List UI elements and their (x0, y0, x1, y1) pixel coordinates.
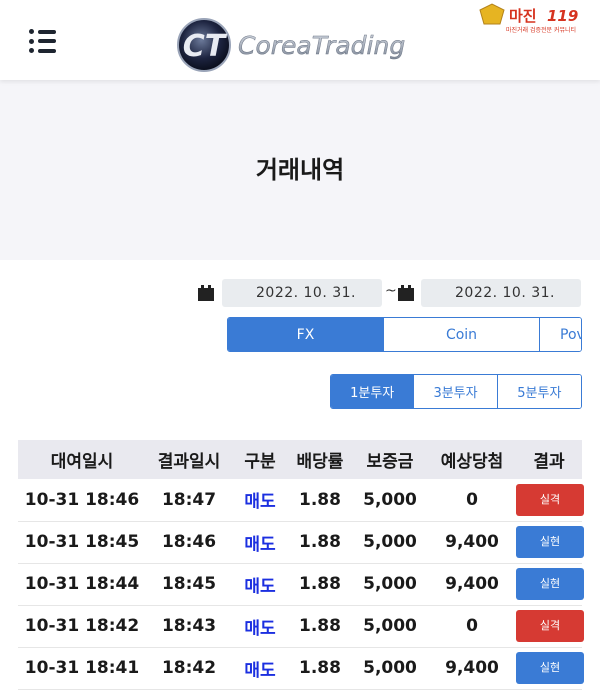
cell-expected: 9,400 (445, 532, 499, 552)
cell-rent-time: 10-31 18:44 (24, 574, 140, 594)
cell-result-time: 18:43 (161, 616, 217, 636)
cell-result-time: 18:45 (161, 574, 217, 594)
calendar-icon[interactable] (398, 285, 414, 301)
watermark-title: 마진 (509, 7, 537, 25)
corea-trading-logo[interactable]: CT CoreaTrading (176, 17, 426, 73)
cell-deposit: 5,000 (363, 658, 417, 678)
cell-rate: 1.88 (299, 574, 341, 594)
cell-side: 매도 (244, 618, 276, 639)
cell-rent-time: 10-31 18:46 (24, 489, 140, 510)
cell-expected: 0 (466, 489, 478, 510)
cell-side: 매도 (244, 576, 276, 597)
tab-coin[interactable]: Coin (384, 318, 540, 351)
cell-rent-time: 10-31 18:41 (24, 658, 140, 678)
market-tab-group: FX Coin Pov (227, 317, 582, 352)
cell-result: 실현 (516, 647, 584, 689)
cell-rent-time: 10-31 18:45 (24, 532, 140, 552)
cell-result: 실현 (516, 563, 584, 605)
result-button[interactable]: 실현 (516, 568, 584, 600)
cell-result-time: 18:42 (161, 658, 217, 678)
table-row: 10-31 18:42 18:43 매도 1.88 5,000 0 실격 (18, 605, 584, 647)
header-result: 결과 (533, 452, 565, 472)
tab-fx[interactable]: FX (228, 318, 384, 351)
logo-mark-text: CT (183, 29, 228, 64)
cell-rate: 1.88 (299, 489, 341, 510)
table-row: 10-31 18:46 18:47 매도 1.88 5,000 0 실격 (18, 479, 584, 521)
tab-1min[interactable]: 1분투자 (331, 375, 415, 408)
table-header-row: 대여일시 결과일시 구분 배당률 보증금 예상당첨 결과 (18, 440, 582, 479)
table-row: 10-31 18:45 18:46 매도 1.88 5,000 9,400 실현 (18, 521, 584, 563)
result-button[interactable]: 실현 (516, 526, 584, 558)
cell-rate: 1.88 (299, 658, 341, 678)
cell-result: 실격 (516, 605, 584, 647)
header-side: 구분 (244, 452, 276, 472)
cell-result-time: 18:47 (161, 489, 217, 510)
trade-history-table: 대여일시 결과일시 구분 배당률 보증금 예상당첨 결과 10-31 18:46… (18, 440, 584, 690)
cell-result-time: 18:46 (161, 532, 217, 552)
calendar-icon[interactable] (198, 285, 214, 301)
start-date-input[interactable]: 2022. 10. 31. (222, 279, 382, 307)
cell-rent-time: 10-31 18:42 (24, 616, 140, 636)
cell-rate: 1.88 (299, 616, 341, 636)
result-button[interactable]: 실격 (516, 483, 584, 516)
page-title: 거래내역 (255, 156, 345, 184)
table-row: 10-31 18:41 18:42 매도 1.88 5,000 9,400 실현 (18, 647, 584, 689)
result-button[interactable]: 실격 (516, 610, 584, 642)
cell-expected: 9,400 (445, 658, 499, 678)
cell-side: 매도 (244, 660, 276, 681)
logo-wordmark: CoreaTrading (238, 31, 405, 60)
cell-result: 실격 (516, 479, 584, 521)
app-header: CT CoreaTrading 마진 119 마진거래 검증전문 커뮤니티 (0, 0, 600, 80)
tab-pov[interactable]: Pov (540, 318, 581, 351)
header-expected: 예상당첨 (440, 452, 504, 472)
cell-expected: 9,400 (445, 574, 499, 594)
cell-side: 매도 (244, 534, 276, 555)
header-rate: 배당률 (296, 452, 344, 472)
cell-result: 실현 (516, 521, 584, 563)
cell-deposit: 5,000 (363, 574, 417, 594)
cell-deposit: 5,000 (363, 532, 417, 552)
cell-rate: 1.88 (299, 532, 341, 552)
cell-deposit: 5,000 (363, 489, 417, 510)
result-button[interactable]: 실현 (516, 652, 584, 684)
tab-3min[interactable]: 3분투자 (414, 375, 498, 408)
tab-5min[interactable]: 5분투자 (497, 375, 581, 408)
page-hero: 거래내역 (0, 80, 600, 260)
header-deposit: 보증금 (366, 452, 414, 472)
watermark-subtitle: 마진거래 검증전문 커뮤니티 (506, 26, 576, 34)
hamburger-menu-icon[interactable] (29, 29, 57, 53)
table-row: 10-31 18:44 18:45 매도 1.88 5,000 9,400 실현 (18, 563, 584, 605)
cell-expected: 0 (466, 616, 478, 636)
end-date-input[interactable]: 2022. 10. 31. (421, 279, 581, 307)
date-range-separator: ~ (385, 283, 397, 299)
cell-deposit: 5,000 (363, 616, 417, 636)
cell-side: 매도 (244, 492, 276, 513)
interval-tab-group: 1분투자 3분투자 5분투자 (330, 374, 582, 409)
header-rent-time: 대여일시 (50, 452, 114, 472)
watermark-number: 119 (547, 7, 578, 25)
header-result-time: 결과일시 (157, 452, 221, 472)
majin119-watermark: 마진 119 마진거래 검증전문 커뮤니티 (476, 2, 600, 34)
